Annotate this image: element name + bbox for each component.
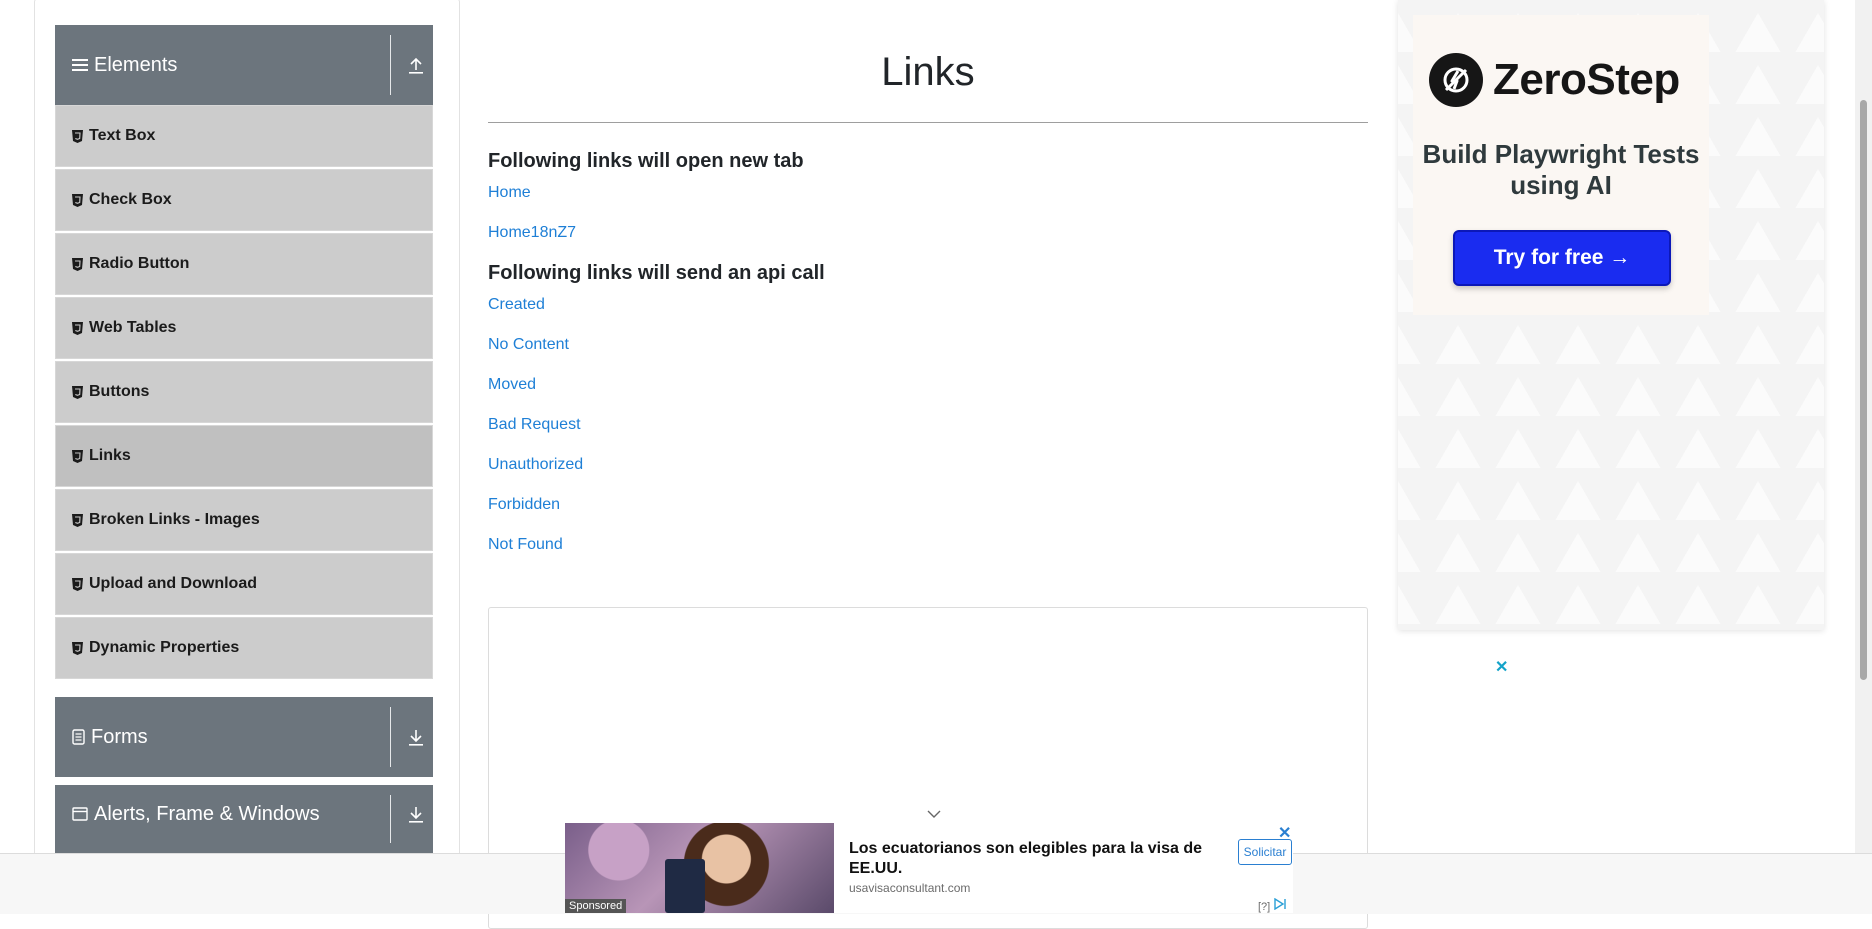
close-icon[interactable]: ✕ xyxy=(1495,657,1508,677)
html5-icon xyxy=(69,641,85,655)
header-divider xyxy=(390,795,391,843)
sidebar-item-label: Buttons xyxy=(89,383,150,400)
no-content-link[interactable]: No Content xyxy=(488,336,569,354)
new-tab-heading: Following links will open new tab xyxy=(488,150,804,172)
sidebar-item-label: Radio Button xyxy=(89,255,190,272)
dynamic-home-link[interactable]: Home18nZ7 xyxy=(488,224,576,242)
not-found-link[interactable]: Not Found xyxy=(488,536,563,554)
sidebar-item-label: Dynamic Properties xyxy=(89,639,240,656)
html5-icon xyxy=(69,321,85,335)
scrollbar-thumb[interactable] xyxy=(1860,100,1867,680)
elements-group-header[interactable]: Elements xyxy=(55,25,433,105)
sidebar-item-label: Links xyxy=(89,447,131,464)
alerts-group-header[interactable]: Alerts, Frame & Windows xyxy=(55,785,433,853)
sidebar-item-upload-download[interactable]: Upload and Download xyxy=(55,553,433,615)
sidebar-item-label: Upload and Download xyxy=(89,575,257,592)
forbidden-link[interactable]: Forbidden xyxy=(488,496,560,514)
zerostep-logo: ZeroStep xyxy=(1429,53,1680,107)
form-icon xyxy=(72,729,85,745)
sidebar-item-label: Web Tables xyxy=(89,319,177,336)
zerostep-brand: ZeroStep xyxy=(1493,55,1680,104)
zerostep-logo-icon xyxy=(1429,53,1483,107)
ad-headline[interactable]: Los ecuatorianos son elegibles para la v… xyxy=(849,839,1219,879)
ad-domain: usavisaconsultant.com xyxy=(849,881,971,895)
alerts-group-label: Alerts, Frame & Windows xyxy=(94,802,320,825)
sidebar-item-label: Broken Links - Images xyxy=(89,511,260,528)
right-ad-banner[interactable]: ZeroStep Build Playwright Tests using AI… xyxy=(1398,0,1824,630)
html5-icon xyxy=(69,577,85,591)
sidebar-item-check-box[interactable]: Check Box xyxy=(55,169,433,231)
forms-group-title: Forms xyxy=(72,726,148,749)
unauthorized-link[interactable]: Unauthorized xyxy=(488,456,583,474)
sidebar-item-dynamic-properties[interactable]: Dynamic Properties xyxy=(55,617,433,679)
ad-info-label: [?] xyxy=(1258,901,1271,913)
zerostep-headline: Build Playwright Tests using AI xyxy=(1422,139,1700,200)
passport-image xyxy=(665,859,705,913)
html5-icon xyxy=(69,257,85,271)
sidebar-item-label: Text Box xyxy=(89,127,156,144)
ad-image[interactable]: Sponsored xyxy=(565,823,834,913)
collapse-icon[interactable] xyxy=(399,25,433,105)
elements-group-title: Elements xyxy=(72,54,177,77)
html5-icon xyxy=(69,193,85,207)
forms-group-header[interactable]: Forms xyxy=(55,697,433,777)
sidebar-item-buttons[interactable]: Buttons xyxy=(55,361,433,423)
sponsored-ad[interactable]: Sponsored Los ecuatorianos son elegibles… xyxy=(565,823,1293,913)
close-icon[interactable]: ✕ xyxy=(1278,823,1291,843)
bad-request-link[interactable]: Bad Request xyxy=(488,416,581,434)
home-link[interactable]: Home xyxy=(488,184,531,202)
html5-icon xyxy=(69,513,85,527)
window-icon xyxy=(72,807,88,821)
header-divider xyxy=(390,35,391,95)
title-divider xyxy=(488,122,1368,123)
try-for-free-button[interactable]: Try for free → xyxy=(1453,230,1671,286)
forms-group-label: Forms xyxy=(91,725,148,748)
ad-info[interactable]: [?] xyxy=(1258,897,1287,913)
hamburger-icon xyxy=(72,58,88,72)
sidebar-item-label: Check Box xyxy=(89,191,172,208)
html5-icon xyxy=(69,129,85,143)
page-title: Links xyxy=(881,50,975,94)
sidebar-item-broken-links[interactable]: Broken Links - Images xyxy=(55,489,433,551)
sidebar-item-links[interactable]: Links xyxy=(55,425,433,487)
expand-icon[interactable] xyxy=(399,775,433,853)
created-link[interactable]: Created xyxy=(488,296,545,314)
expand-icon[interactable] xyxy=(399,697,433,777)
chevron-down-icon[interactable] xyxy=(926,806,942,824)
sidebar-item-radio-button[interactable]: Radio Button xyxy=(55,233,433,295)
sidebar-item-web-tables[interactable]: Web Tables xyxy=(55,297,433,359)
vertical-scrollbar[interactable] xyxy=(1855,0,1872,853)
moved-link[interactable]: Moved xyxy=(488,376,536,394)
html5-icon xyxy=(69,385,85,399)
zerostep-ad-card[interactable]: ZeroStep Build Playwright Tests using AI… xyxy=(1413,15,1709,315)
sponsored-label: Sponsored xyxy=(565,899,627,913)
html5-icon xyxy=(69,449,85,463)
api-call-heading: Following links will send an api call xyxy=(488,262,825,284)
header-divider xyxy=(390,707,391,767)
alerts-group-title: Alerts, Frame & Windows xyxy=(72,803,320,826)
adchoices-icon xyxy=(1273,897,1287,913)
sidebar-item-text-box[interactable]: Text Box xyxy=(55,105,433,167)
elements-group-label: Elements xyxy=(94,53,178,76)
elements-menu: Text Box Check Box Radio Button Web Tabl… xyxy=(55,105,433,681)
